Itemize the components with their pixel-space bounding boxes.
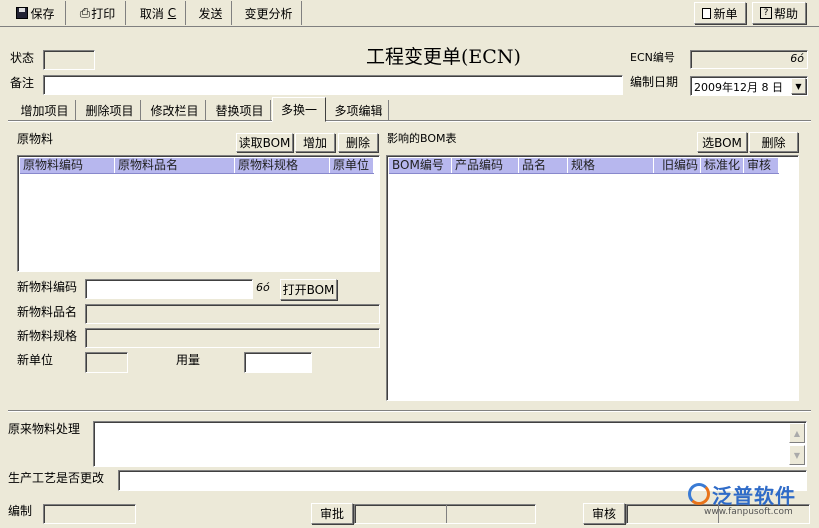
brand-watermark: 泛普软件 www.fanpusoft.com [688, 480, 814, 520]
save-label: 保存 [30, 6, 55, 21]
review-button[interactable]: 审核 [583, 503, 625, 524]
new-code-input[interactable] [85, 279, 253, 299]
chevron-down-icon[interactable]: ▼ [791, 78, 806, 94]
new-code-lookup-icon[interactable]: 6ó [256, 281, 270, 294]
new-doc-icon [702, 7, 712, 19]
save-button[interactable]: 保存 [6, 1, 66, 25]
read-bom-button[interactable]: 读取BOM [236, 133, 293, 152]
add-button[interactable]: 增加 [295, 133, 335, 152]
cancel-shortcut: C [167, 6, 177, 20]
cancel-button[interactable]: 取消 C [131, 1, 186, 25]
date-picker[interactable]: 2009年12月 8 日 ▼ [690, 76, 808, 96]
brand-url: www.fanpusoft.com [704, 507, 793, 517]
brand-name: 泛普软件 [712, 484, 796, 508]
new-name-field [85, 304, 380, 324]
toolbar: 保存 ⎙ 打印 取消 C 发送 变更分析 新单 ? 帮助 [0, 0, 819, 27]
scroll-down-button[interactable]: ▼ [789, 445, 805, 465]
affected-bom-grid-header: BOM编号 产品编码 品名 规格 旧编码 标准化 审核 [389, 158, 779, 174]
prepare-field [43, 504, 136, 524]
printer-icon: ⎙ [79, 5, 91, 21]
qty-input[interactable] [244, 352, 312, 373]
change-analysis-label: 变更分析 [244, 6, 293, 21]
select-bom-button[interactable]: 选BOM [697, 132, 747, 152]
affected-bom-title: 影响的BOM表 [387, 132, 457, 145]
col-product-code[interactable]: 产品编码 [452, 158, 519, 173]
help-button[interactable]: ? 帮助 [752, 2, 806, 24]
remark-input[interactable] [43, 75, 623, 95]
new-code-label: 新物料编码 [17, 280, 78, 294]
tab-add-item[interactable]: 增加项目 [14, 100, 76, 120]
raw-material-title: 原物料 [17, 132, 54, 146]
tab-delete-item[interactable]: 删除项目 [79, 100, 141, 120]
brand-logo-icon [688, 483, 710, 505]
new-label: 新单 [713, 6, 738, 21]
tab-modify-column[interactable]: 修改栏目 [144, 100, 206, 120]
col-raw-code[interactable]: 原物料编码 [20, 158, 115, 173]
lookup-icon[interactable]: 6ó [790, 52, 804, 65]
prepare-label: 编制 [8, 504, 33, 518]
print-label: 打印 [91, 6, 116, 21]
new-button[interactable]: 新单 [694, 2, 746, 24]
new-name-label: 新物料品名 [17, 305, 78, 319]
raw-material-grid-header: 原物料编码 原物料品名 原物料规格 原单位 [20, 158, 374, 174]
ecn-no-field[interactable]: 6ó [690, 50, 808, 69]
raw-material-grid[interactable]: 原物料编码 原物料品名 原物料规格 原单位 [17, 155, 380, 272]
tab-many-to-one[interactable]: 多换一 [272, 97, 326, 122]
status-field [43, 50, 95, 70]
right-delete-button[interactable]: 删除 [749, 132, 798, 152]
page-title: 工程变更单(ECN) [366, 46, 521, 68]
approve-field [354, 504, 536, 524]
left-delete-button[interactable]: 删除 [338, 133, 378, 152]
col-standardized[interactable]: 标准化 [701, 158, 744, 173]
date-label: 编制日期 [630, 75, 679, 89]
new-spec-field [85, 328, 380, 348]
affected-bom-grid[interactable]: BOM编号 产品编码 品名 规格 旧编码 标准化 审核 [386, 155, 799, 401]
qty-label: 用量 [176, 353, 201, 367]
open-bom-button[interactable]: 打开BOM [280, 279, 337, 300]
ecn-no-label: ECN编号 [630, 51, 675, 64]
help-label: 帮助 [773, 6, 798, 21]
new-unit-label: 新单位 [17, 353, 54, 367]
status-label: 状态 [10, 51, 35, 65]
col-spec[interactable]: 规格 [568, 158, 654, 173]
scroll-up-button[interactable]: ▲ [789, 423, 805, 443]
cancel-label: 取消 [139, 6, 164, 21]
approve-button[interactable]: 审批 [311, 503, 353, 524]
remark-label: 备注 [10, 76, 35, 90]
save-icon [16, 7, 29, 19]
col-old-code[interactable]: 旧编码 [654, 158, 701, 173]
col-bom-no[interactable]: BOM编号 [389, 158, 452, 173]
col-item-name[interactable]: 品名 [519, 158, 568, 173]
change-analysis-button[interactable]: 变更分析 [236, 1, 302, 25]
tab-replace-item[interactable]: 替换项目 [209, 100, 271, 120]
col-raw-name[interactable]: 原物料品名 [115, 158, 235, 173]
old-handling-label: 原来物料处理 [8, 422, 81, 436]
date-value: 2009年12月 8 日 [694, 81, 783, 94]
col-raw-unit[interactable]: 原单位 [330, 158, 374, 173]
col-review[interactable]: 审核 [744, 158, 779, 173]
tab-baseline-highlight [8, 121, 811, 122]
process-change-label: 生产工艺是否更改 [8, 471, 105, 485]
new-spec-label: 新物料规格 [17, 329, 78, 343]
col-raw-spec[interactable]: 原物料规格 [235, 158, 330, 173]
tab-page-bottom-highlight [8, 411, 811, 412]
new-unit-field [85, 352, 128, 373]
print-button[interactable]: ⎙ 打印 [70, 1, 126, 25]
tab-multi-edit[interactable]: 多项编辑 [329, 100, 389, 120]
approve-field-divider [446, 505, 447, 523]
help-icon: ? [759, 7, 772, 19]
send-button[interactable]: 发送 [190, 1, 232, 25]
old-handling-textarea[interactable]: ▲ ▼ [93, 421, 807, 467]
send-label: 发送 [198, 6, 223, 21]
